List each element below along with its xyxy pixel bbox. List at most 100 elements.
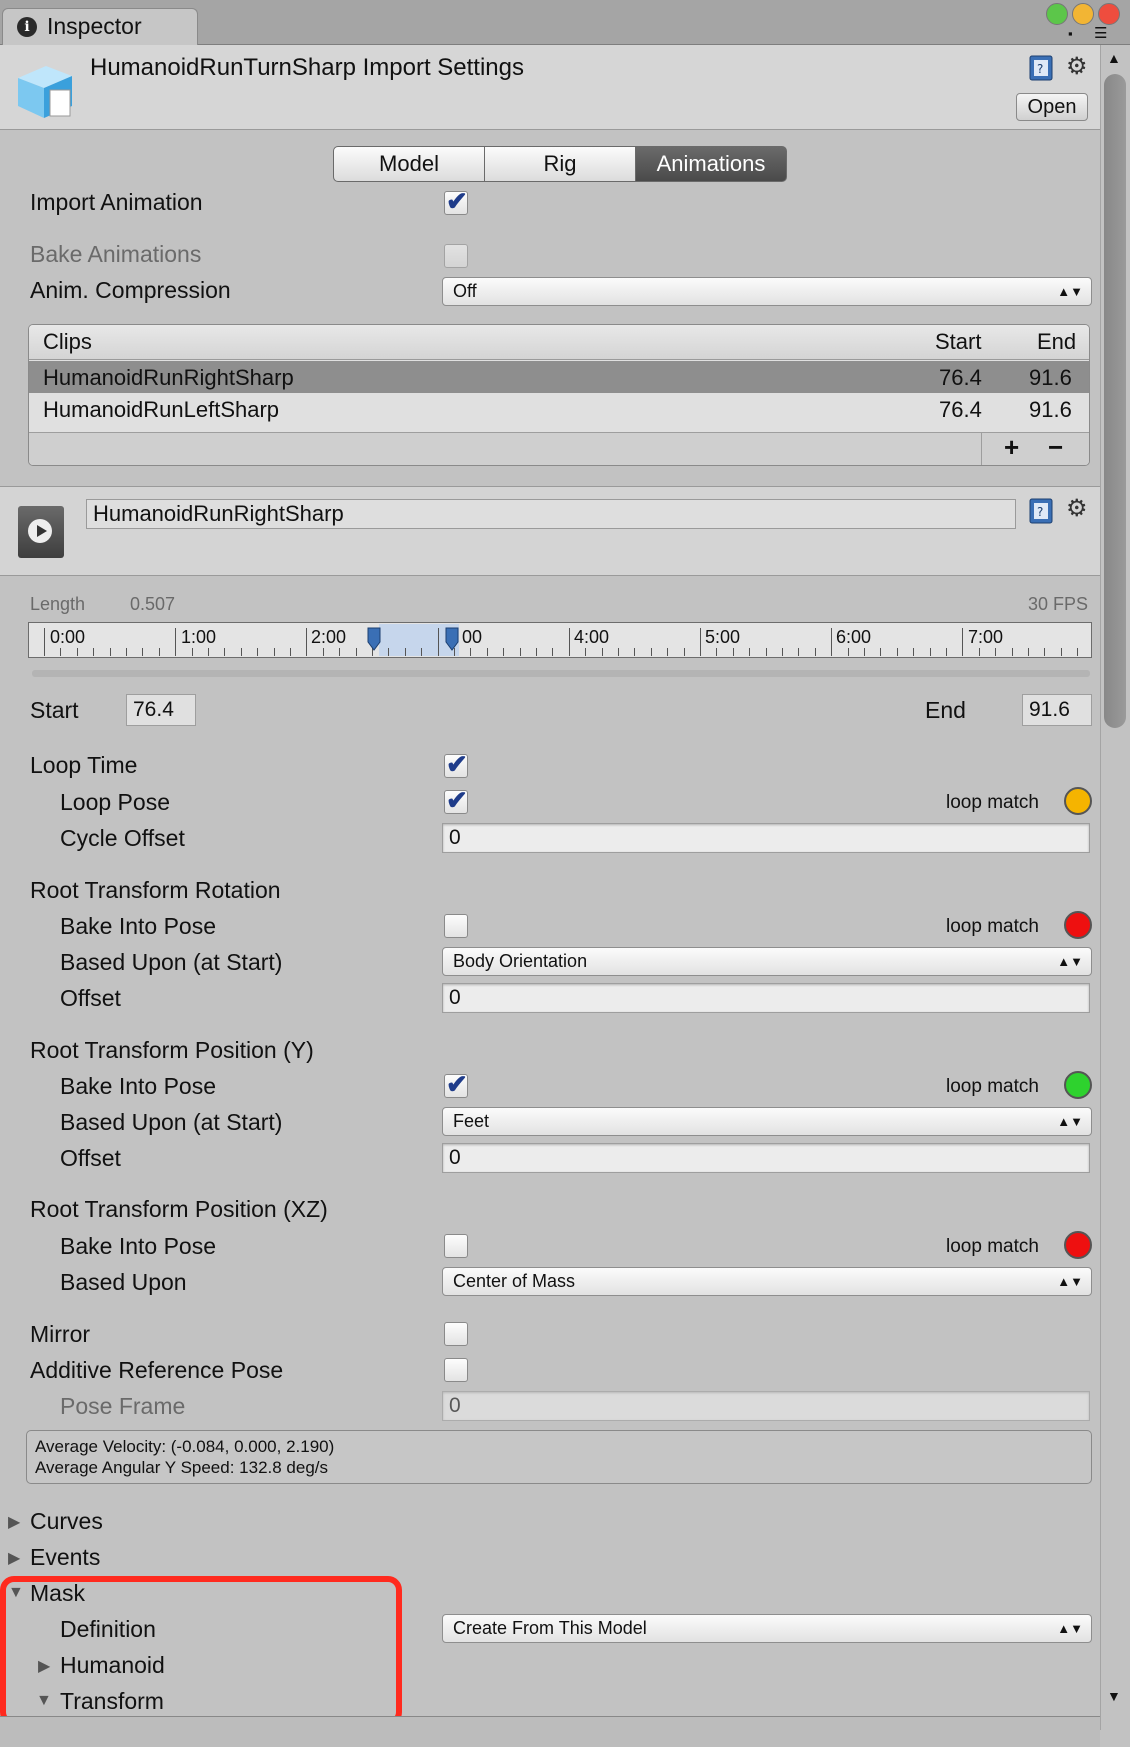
timeline-tick [322, 648, 324, 656]
clip-start: 76.4 [939, 397, 982, 422]
timeline-tick [683, 648, 685, 656]
dropdown-arrow-icon: ▲▼ [1057, 954, 1083, 969]
clip-row[interactable]: HumanoidRunLeftSharp 76.4 91.6 [29, 393, 1089, 425]
anim-compression-dropdown[interactable]: Off ▲▼ [442, 277, 1092, 306]
end-value: 91.6 [1029, 698, 1070, 721]
clip-name: HumanoidRunRightSharp [43, 365, 294, 390]
root-pos-xz-title: Root Transform Position (XZ) [30, 1196, 328, 1222]
bake-into-pose-label: Bake Into Pose [60, 1233, 216, 1259]
minimize-light-icon[interactable] [1072, 3, 1094, 25]
pos-xz-bake-checkbox[interactable] [444, 1234, 468, 1258]
checkmark-icon: ✔ [446, 186, 468, 216]
scroll-up-icon[interactable]: ▲ [1107, 50, 1121, 66]
timeline-tick [700, 628, 701, 656]
timeline-label: 00 [462, 627, 483, 647]
lock-icon[interactable]: ▪ [1068, 26, 1073, 41]
cycle-offset-field[interactable]: 0 [442, 823, 1090, 853]
end-label: End [925, 697, 966, 723]
timeline-scrollbar[interactable] [32, 670, 1090, 677]
start-value: 76.4 [133, 698, 174, 721]
rotation-based-upon-dropdown[interactable]: Body Orientation ▲▼ [442, 947, 1092, 976]
timeline-tick [257, 648, 259, 656]
expand-triangle-icon[interactable]: ▶ [8, 1512, 20, 1532]
loop-match-label: loop match [946, 1236, 1039, 1257]
svg-text:?: ? [1037, 505, 1043, 519]
timeline-tick [175, 628, 177, 656]
model-cube-icon [18, 66, 72, 118]
pos-xz-based-upon-dropdown[interactable]: Center of Mass ▲▼ [442, 1267, 1092, 1296]
pos-y-based-upon-value: Feet [453, 1111, 490, 1131]
timeline-tick [503, 648, 505, 656]
rotation-offset-field[interactable]: 0 [442, 983, 1090, 1013]
timeline-tick [536, 648, 537, 656]
bake-into-pose-label: Bake Into Pose [60, 913, 216, 939]
clip-end: 91.6 [1029, 397, 1072, 422]
pos-y-based-upon-dropdown[interactable]: Feet ▲▼ [442, 1107, 1092, 1136]
menu-icon[interactable]: ☰ [1094, 24, 1107, 42]
tab-animations[interactable]: Animations [635, 146, 787, 182]
rotation-bake-checkbox[interactable] [444, 914, 468, 938]
end-field[interactable]: 91.6 [1022, 694, 1092, 726]
tab-inspector[interactable]: i Inspector [2, 8, 198, 45]
timeline-tick [847, 648, 849, 656]
help-book-icon[interactable]: ? [1028, 54, 1054, 82]
pos-y-bake-checkbox[interactable]: ✔ [444, 1069, 468, 1099]
dropdown-arrow-icon: ▲▼ [1057, 1621, 1083, 1636]
settings-gear-icon[interactable]: ⚙ [1066, 52, 1088, 81]
based-upon-label: Based Upon (at Start) [60, 949, 283, 975]
start-marker-icon[interactable] [366, 626, 382, 652]
scrollbar-thumb[interactable] [1104, 74, 1126, 728]
help-book-icon[interactable]: ? [1028, 497, 1054, 525]
timeline-tick [126, 648, 127, 656]
loop-match-label: loop match [946, 916, 1039, 937]
timeline-tick [798, 648, 800, 656]
additive-pose-label: Additive Reference Pose [30, 1357, 284, 1383]
clips-table: Clips Start End HumanoidRunRightSharp 76… [28, 324, 1090, 466]
tab-model[interactable]: Model [333, 146, 485, 182]
timeline-tick [716, 648, 718, 656]
timeline-tick [60, 648, 62, 656]
pos-xz-based-upon-value: Center of Mass [453, 1271, 576, 1291]
remove-clip-button[interactable]: − [1048, 432, 1063, 463]
fps-label: 30 FPS [1028, 594, 1089, 614]
timeline-tick [306, 628, 308, 656]
import-animation-checkbox[interactable]: ✔ [444, 186, 468, 216]
pos-y-offset-field[interactable]: 0 [442, 1143, 1090, 1173]
red-highlight-box [0, 1576, 402, 1726]
close-light-icon[interactable] [1098, 3, 1120, 25]
timeline-tick [585, 648, 587, 656]
timeline-tick [421, 648, 423, 656]
timeline-tick [290, 648, 291, 656]
timeline-tick [552, 648, 554, 656]
expand-triangle-icon[interactable]: ▶ [8, 1548, 20, 1568]
clip-name-field[interactable]: HumanoidRunRightSharp [86, 499, 1016, 529]
end-marker-icon[interactable] [444, 626, 460, 652]
clips-header: Clips Start End [29, 325, 1089, 360]
settings-gear-icon[interactable]: ⚙ [1066, 494, 1088, 523]
pose-frame-field: 0 [442, 1391, 1090, 1421]
timeline-tick [388, 648, 390, 656]
timeline-tick [208, 648, 209, 656]
play-button[interactable] [18, 506, 64, 558]
scroll-down-icon[interactable]: ▼ [1107, 1688, 1121, 1704]
loop-match-indicator [1064, 1231, 1092, 1259]
events-foldout[interactable]: Events [30, 1544, 100, 1571]
add-clip-button[interactable]: + [1004, 432, 1019, 463]
start-field[interactable]: 76.4 [126, 694, 196, 726]
loop-match-indicator [1064, 1071, 1092, 1099]
additive-pose-checkbox[interactable] [444, 1358, 468, 1382]
svg-text:?: ? [1037, 62, 1043, 76]
tab-inspector-label: Inspector [47, 13, 142, 39]
tab-rig[interactable]: Rig [484, 146, 636, 182]
curves-foldout[interactable]: Curves [30, 1508, 103, 1535]
clip-row-selected[interactable]: HumanoidRunRightSharp 76.4 91.6 [29, 361, 1089, 393]
loop-pose-checkbox[interactable]: ✔ [444, 785, 468, 815]
info-icon: i [17, 17, 37, 37]
timeline-tick [76, 648, 78, 656]
open-button[interactable]: Open [1016, 93, 1088, 121]
zoom-light-icon[interactable] [1046, 3, 1068, 25]
mask-definition-dropdown[interactable]: Create From This Model ▲▼ [442, 1614, 1092, 1643]
loop-time-checkbox[interactable]: ✔ [444, 749, 468, 779]
mirror-checkbox[interactable] [444, 1322, 468, 1346]
timeline-tick [995, 648, 997, 656]
